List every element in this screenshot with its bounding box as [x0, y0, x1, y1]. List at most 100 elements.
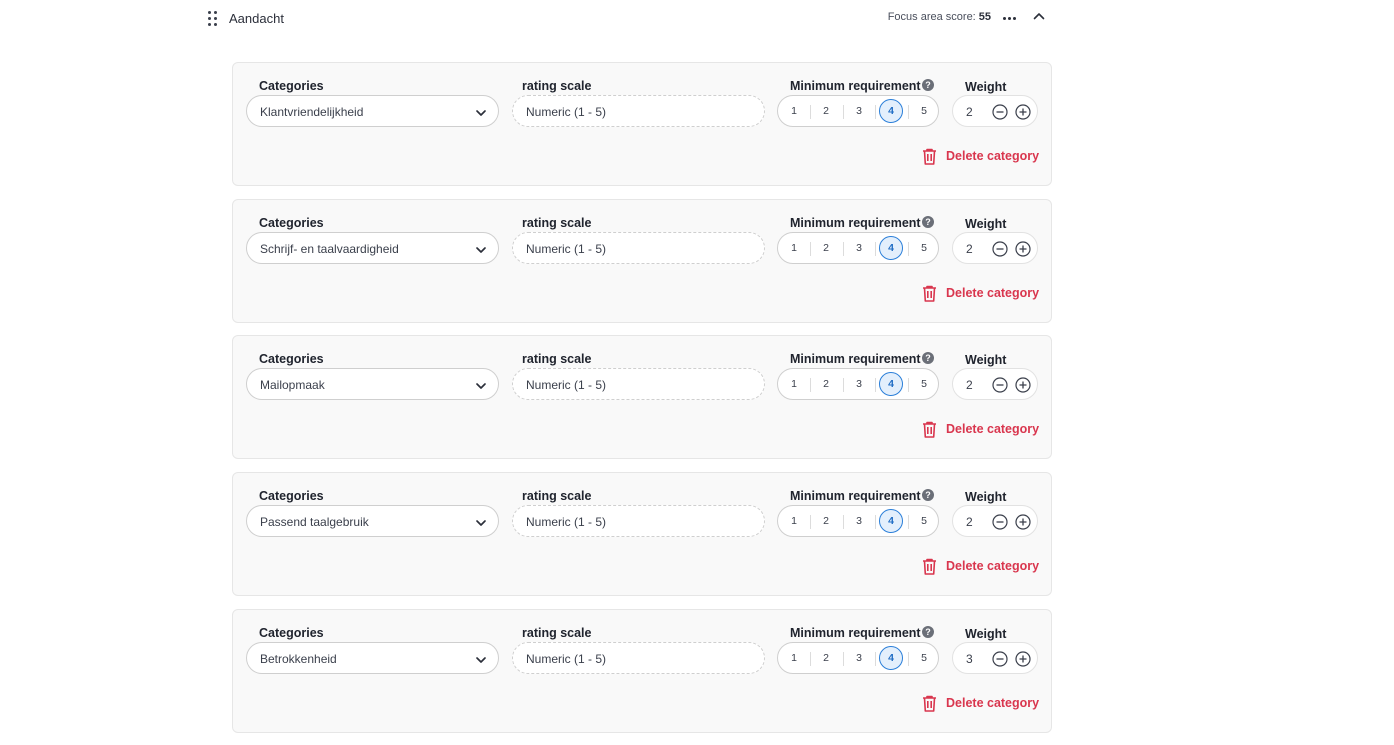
min-requirement-option-1[interactable]: 1 [778, 369, 810, 401]
info-icon[interactable]: ? [922, 626, 934, 638]
rating-scale-value: Numeric (1 - 5) [526, 242, 607, 256]
weight-value[interactable]: 2 [966, 515, 973, 529]
min-requirement-option-5[interactable]: 5 [908, 506, 940, 538]
min-requirement-option-2[interactable]: 2 [810, 233, 842, 265]
minimum-requirement-selector: 1 2 3 4 5 [777, 232, 939, 264]
category-card: Categories rating scale Minimum requirem… [232, 62, 1052, 186]
plus-circle-icon[interactable] [1015, 377, 1031, 393]
rating-scale-label: rating scale [522, 352, 592, 366]
min-requirement-option-label: 1 [791, 652, 797, 664]
minimum-requirement-selector: 1 2 3 4 5 [777, 95, 939, 127]
delete-category-label: Delete category [946, 422, 1040, 436]
weight-stepper: 3 [952, 642, 1038, 674]
rating-scale-field: Numeric (1 - 5) [512, 95, 765, 127]
minus-circle-icon[interactable] [992, 104, 1008, 120]
min-requirement-option-label: 3 [856, 515, 862, 527]
rating-scale-value: Numeric (1 - 5) [526, 105, 607, 119]
focus-area-header: Aandacht Focus area score: 55 [207, 0, 1055, 36]
min-requirement-option-4[interactable]: 4 [875, 233, 907, 265]
min-requirement-option-5[interactable]: 5 [908, 369, 940, 401]
min-requirement-option-1[interactable]: 1 [778, 643, 810, 675]
min-requirement-option-label: 2 [823, 378, 829, 390]
minimum-requirement-label: Minimum requirement [790, 352, 921, 366]
min-requirement-option-label: 5 [921, 652, 927, 664]
min-requirement-option-2[interactable]: 2 [810, 369, 842, 401]
min-requirement-option-label: 5 [921, 242, 927, 254]
category-select[interactable]: Betrokkenheid [246, 642, 499, 674]
rating-scale-label: rating scale [522, 489, 592, 503]
rating-scale-value: Numeric (1 - 5) [526, 515, 607, 529]
plus-circle-icon[interactable] [1015, 651, 1031, 667]
minimum-requirement-label: Minimum requirement [790, 626, 921, 640]
min-requirement-option-label: 1 [791, 242, 797, 254]
min-requirement-option-1[interactable]: 1 [778, 233, 810, 265]
min-requirement-option-5[interactable]: 5 [908, 233, 940, 265]
weight-value[interactable]: 2 [966, 105, 973, 119]
min-requirement-option-label: 1 [791, 378, 797, 390]
min-requirement-option-3[interactable]: 3 [843, 643, 875, 675]
info-icon[interactable]: ? [922, 216, 934, 228]
weight-label: Weight [965, 353, 1007, 367]
minus-circle-icon[interactable] [992, 514, 1008, 530]
min-requirement-option-1[interactable]: 1 [778, 506, 810, 538]
min-requirement-option-4[interactable]: 4 [875, 96, 907, 128]
weight-value[interactable]: 3 [966, 652, 973, 666]
minus-circle-icon[interactable] [992, 241, 1008, 257]
min-requirement-option-3[interactable]: 3 [843, 233, 875, 265]
min-requirement-option-2[interactable]: 2 [810, 506, 842, 538]
info-icon[interactable]: ? [922, 352, 934, 364]
weight-label: Weight [965, 490, 1007, 504]
min-requirement-option-1[interactable]: 1 [778, 96, 810, 128]
min-requirement-option-label: 4 [879, 99, 903, 123]
category-select[interactable]: Schrijf- en taalvaardigheid [246, 232, 499, 264]
categories-label: Categories [259, 352, 324, 366]
minimum-requirement-label: Minimum requirement [790, 216, 921, 230]
rating-scale-field: Numeric (1 - 5) [512, 368, 765, 400]
category-select[interactable]: Mailopmaak [246, 368, 499, 400]
drag-handle-icon[interactable] [207, 10, 219, 26]
chevron-down-icon [475, 653, 487, 665]
rating-scale-field: Numeric (1 - 5) [512, 642, 765, 674]
min-requirement-option-2[interactable]: 2 [810, 643, 842, 675]
plus-circle-icon[interactable] [1015, 514, 1031, 530]
weight-value[interactable]: 2 [966, 242, 973, 256]
min-requirement-option-5[interactable]: 5 [908, 96, 940, 128]
minus-circle-icon[interactable] [992, 377, 1008, 393]
categories-label: Categories [259, 216, 324, 230]
min-requirement-option-4[interactable]: 4 [875, 369, 907, 401]
min-requirement-option-3[interactable]: 3 [843, 506, 875, 538]
info-icon[interactable]: ? [922, 489, 934, 501]
min-requirement-option-label: 2 [823, 515, 829, 527]
min-requirement-option-3[interactable]: 3 [843, 96, 875, 128]
category-card: Categories rating scale Minimum requirem… [232, 472, 1052, 596]
min-requirement-option-4[interactable]: 4 [875, 506, 907, 538]
min-requirement-option-label: 3 [856, 105, 862, 117]
weight-value[interactable]: 2 [966, 378, 973, 392]
info-icon[interactable]: ? [922, 79, 934, 91]
category-select[interactable]: Passend taalgebruik [246, 505, 499, 537]
plus-circle-icon[interactable] [1015, 104, 1031, 120]
min-requirement-option-4[interactable]: 4 [875, 643, 907, 675]
category-select[interactable]: Klantvriendelijkheid [246, 95, 499, 127]
chevron-down-icon [475, 106, 487, 118]
chevron-down-icon [475, 379, 487, 391]
min-requirement-option-2[interactable]: 2 [810, 96, 842, 128]
rating-scale-label: rating scale [522, 79, 592, 93]
min-requirement-option-5[interactable]: 5 [908, 643, 940, 675]
rating-scale-value: Numeric (1 - 5) [526, 652, 607, 666]
rating-scale-label: rating scale [522, 216, 592, 230]
delete-category-label: Delete category [946, 149, 1040, 163]
min-requirement-option-3[interactable]: 3 [843, 369, 875, 401]
chevron-up-icon[interactable] [1031, 8, 1047, 24]
minus-circle-icon[interactable] [992, 651, 1008, 667]
trash-icon [922, 421, 937, 438]
min-requirement-option-label: 4 [879, 509, 903, 533]
min-requirement-option-label: 4 [879, 646, 903, 670]
plus-circle-icon[interactable] [1015, 241, 1031, 257]
focus-area-score: Focus area score: 55 [888, 11, 991, 23]
weight-stepper: 2 [952, 368, 1038, 400]
min-requirement-option-label: 5 [921, 105, 927, 117]
chevron-down-icon [475, 516, 487, 528]
more-options-button[interactable] [1001, 9, 1019, 27]
rating-scale-value: Numeric (1 - 5) [526, 378, 607, 392]
